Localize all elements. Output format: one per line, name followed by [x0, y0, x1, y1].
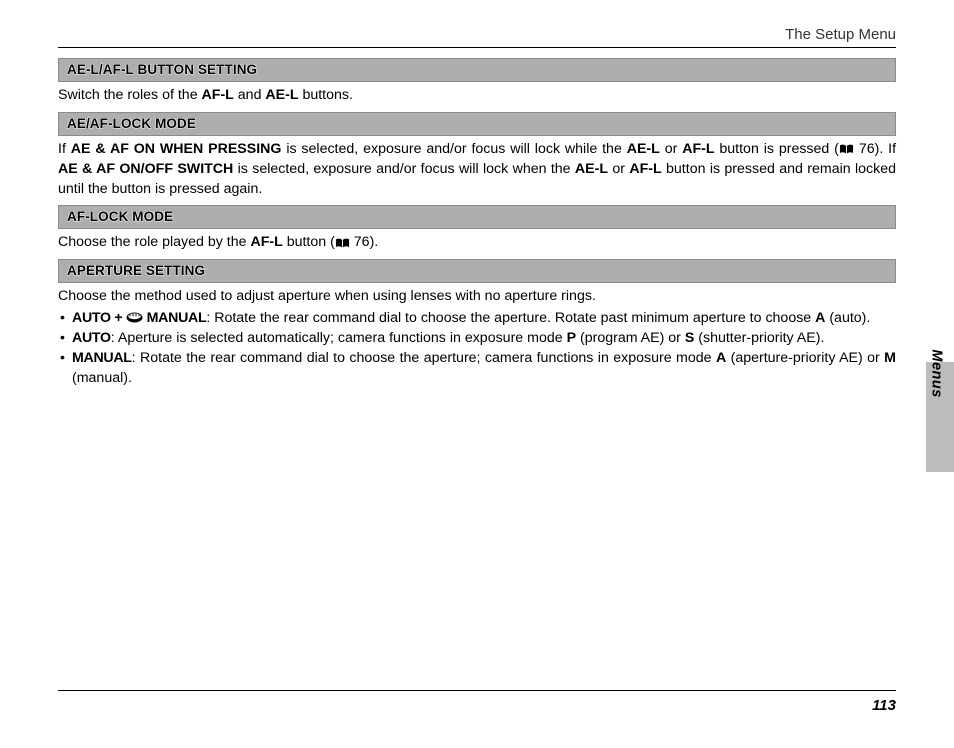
section-title: AF-LOCK MODE [67, 209, 173, 224]
text: (manual). [72, 370, 132, 386]
section-bar-ae-af-lock-mode: AE/AF-LOCK MODE [58, 112, 896, 136]
text: and [234, 87, 266, 103]
text: (shutter-priority AE). [694, 330, 824, 346]
text: (auto). [825, 310, 870, 326]
ae-l-label: AE-L [627, 141, 660, 157]
option-ae-af-on-pressing: AE & AF ON WHEN PRESSING [71, 141, 282, 157]
section-body: Switch the roles of the AF-L and AE-L bu… [58, 85, 896, 105]
page-ref: 76 [859, 141, 875, 157]
list-item: • AUTO: Aperture is selected automatical… [58, 328, 896, 348]
text: Choose the role played by the [58, 234, 250, 250]
text: ). [370, 234, 379, 250]
book-icon [839, 140, 854, 151]
section-bar-aperture-setting: APERTURE SETTING [58, 259, 896, 283]
section-body: Choose the role played by the AF-L butto… [58, 232, 896, 252]
page-ref: 76 [354, 234, 370, 250]
text: If [58, 141, 71, 157]
opt-auto: AUTO [72, 330, 111, 346]
text: (program AE) or [576, 330, 685, 346]
page-footer: 113 [58, 690, 896, 716]
af-l-label: AF-L [629, 161, 661, 177]
page-number: 113 [872, 695, 896, 716]
ae-l-label: AE-L [265, 87, 298, 103]
dial-icon [126, 309, 143, 320]
option-ae-af-on-off-switch: AE & AF ON/OFF SWITCH [58, 161, 233, 177]
af-l-label: AF-L [682, 141, 714, 157]
af-l-label: AF-L [202, 87, 234, 103]
text: (aperture-priority AE) or [726, 350, 884, 366]
section-title: AE-L/AF-L BUTTON SETTING [67, 62, 257, 77]
bullet-list: • AUTO + MANUAL: Rotate the rear command… [58, 308, 896, 389]
list-item: • MANUAL: Rotate the rear command dial t… [58, 348, 896, 388]
ae-l-label: AE-L [575, 161, 608, 177]
mode-S: S [685, 330, 694, 346]
page-header: The Setup Menu [58, 24, 896, 48]
section-bar-ael-afl-button: AE-L/AF-L BUTTON SETTING [58, 58, 896, 82]
header-title: The Setup Menu [785, 24, 896, 45]
mode-P: P [567, 330, 576, 346]
text: or [660, 141, 682, 157]
text: button is pressed ( [715, 141, 839, 157]
text: is selected, exposure and/or focus will … [233, 161, 575, 177]
bullet-dot: • [60, 348, 65, 368]
text: : Rotate the rear command dial to choose… [132, 350, 716, 366]
section-title: AE/AF-LOCK MODE [67, 116, 196, 131]
bullet-dot: • [60, 308, 65, 328]
side-tab-label: Menus [925, 349, 946, 397]
mode-M: M [884, 350, 896, 366]
af-l-label: AF-L [250, 234, 282, 250]
bullet-dot: • [60, 328, 65, 348]
section-bar-af-lock-mode: AF-LOCK MODE [58, 205, 896, 229]
opt-auto-plus-manual-b: MANUAL [143, 310, 206, 326]
text: button ( [283, 234, 335, 250]
text: Switch the roles of the [58, 87, 202, 103]
section-intro: Choose the method used to adjust apertur… [58, 286, 896, 306]
opt-manual: MANUAL [72, 350, 132, 366]
section-title: APERTURE SETTING [67, 263, 205, 278]
text: or [608, 161, 629, 177]
section-body: If AE & AF ON WHEN PRESSING is selected,… [58, 139, 896, 199]
text: : Rotate the rear command dial to choose… [206, 310, 815, 326]
opt-auto-plus-manual-a: AUTO + [72, 310, 126, 326]
text: ). If [875, 141, 896, 157]
mode-A: A [716, 350, 726, 366]
list-item: • AUTO + MANUAL: Rotate the rear command… [58, 308, 896, 328]
text: : Aperture is selected automatically; ca… [111, 330, 567, 346]
mode-A: A [815, 310, 825, 326]
text: buttons. [299, 87, 353, 103]
text: is selected, exposure and/or focus will … [281, 141, 626, 157]
book-icon [335, 234, 350, 245]
